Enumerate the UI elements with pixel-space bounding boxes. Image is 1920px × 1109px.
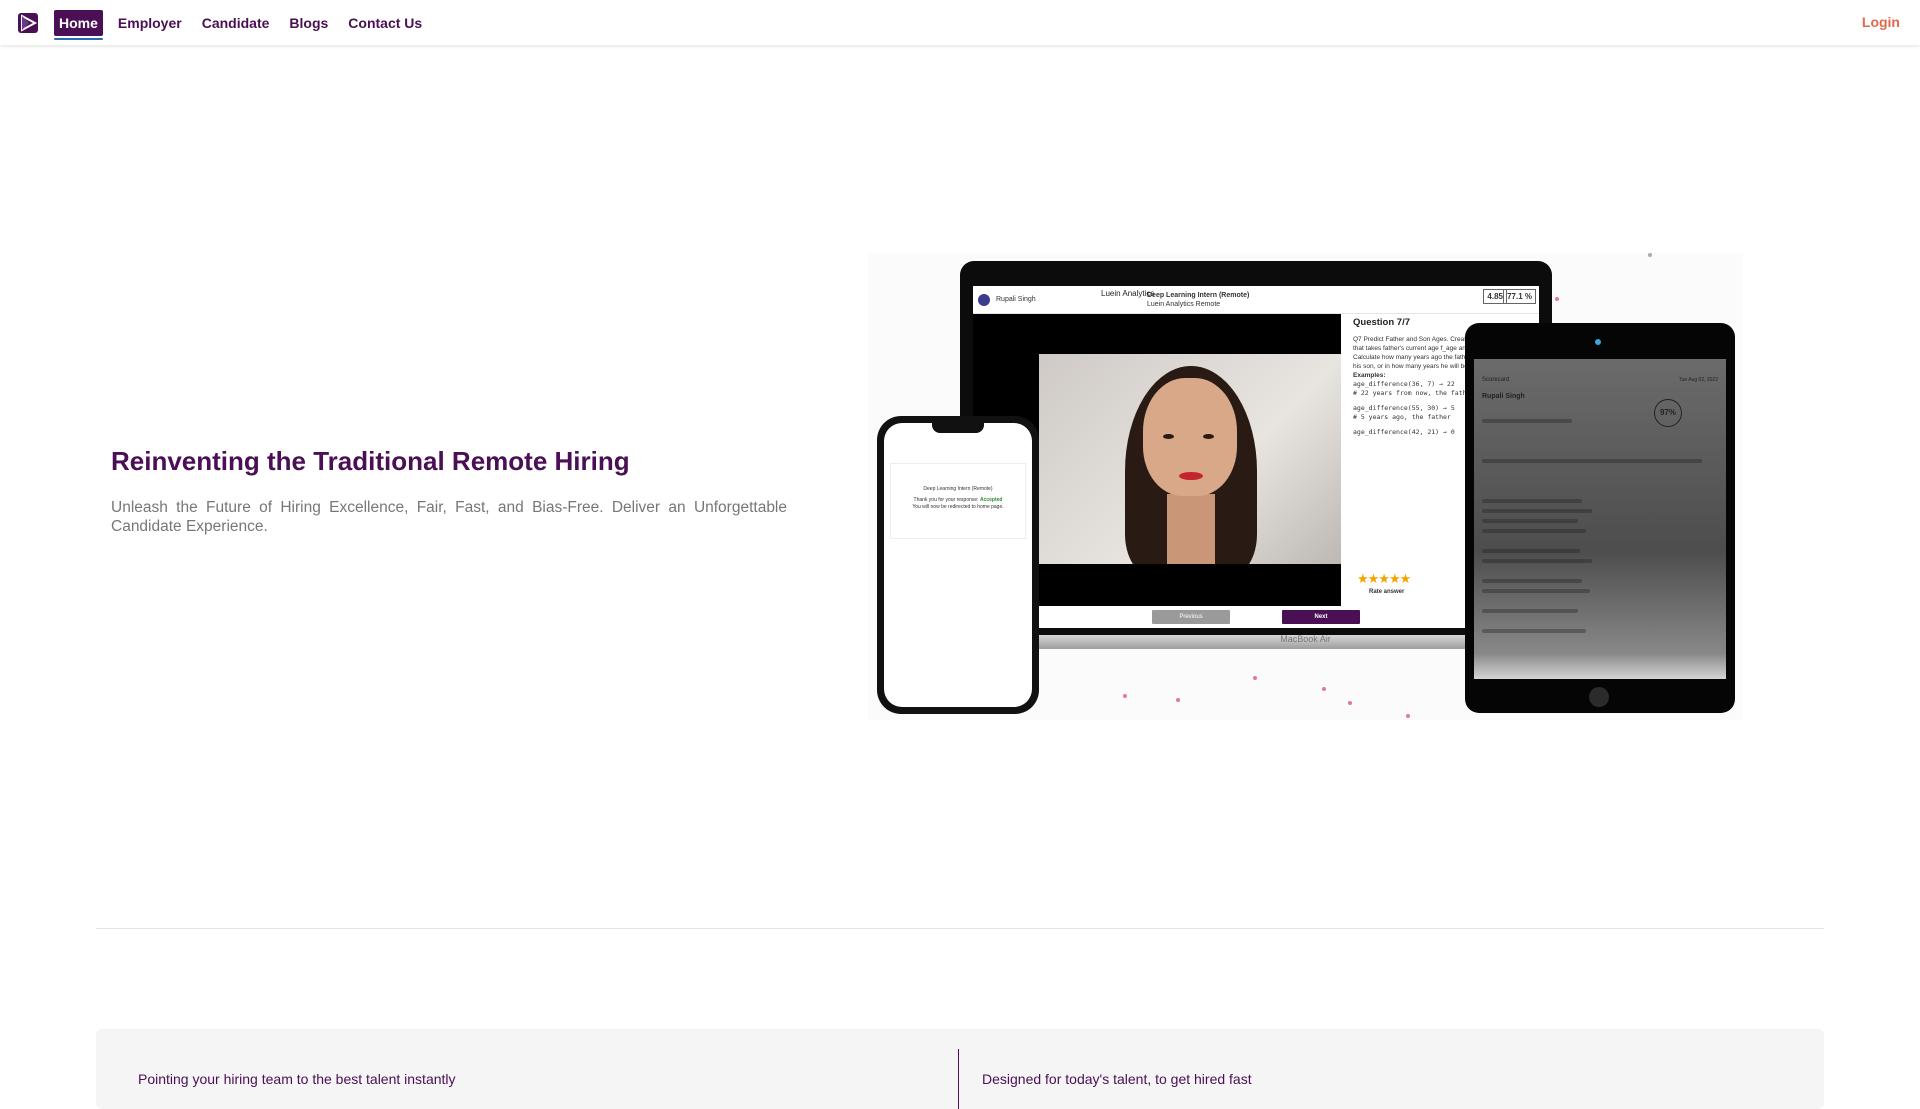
decor-dot [1123, 694, 1127, 698]
nav-link-blogs[interactable]: Blogs [284, 10, 333, 36]
rating-stars: ★★★★★ [1357, 571, 1411, 586]
feedback-score: 77.1 % [1503, 289, 1536, 304]
candidate-tagline: Designed for today's talent, to get hire… [982, 1071, 1252, 1087]
overall-score: 97% [1654, 399, 1682, 427]
nav-link-contact-us[interactable]: Contact Us [343, 10, 427, 36]
phone-screen: Deep Learning Intern (Remote) Thank you … [884, 423, 1032, 707]
accepted-status: Accepted [979, 497, 1003, 503]
hero-subtitle: Unleash the Future of Hiring Excellence,… [111, 499, 787, 535]
nav-link-employer[interactable]: Employer [113, 10, 187, 36]
next-button: Next [1282, 610, 1360, 624]
tablet-screen: Scorecard Tue Aug 02, 2022 Rupali Singh … [1474, 359, 1726, 679]
rate-answer-label: Rate answer [1369, 589, 1405, 595]
company-name: Luein Analytics Remote [1147, 301, 1221, 308]
audience-card: Pointing your hiring team to the best ta… [96, 1029, 1824, 1109]
decor-dot [1348, 701, 1352, 705]
decor-dot [1406, 714, 1410, 718]
candidate-video [1039, 354, 1341, 564]
previous-button: Previous [1152, 610, 1230, 624]
card-separator [958, 1049, 959, 1109]
decor-dot [1555, 297, 1559, 301]
laptop-device: Rupali Singh Luein Analytics Deep Learni… [960, 261, 1552, 635]
scorecard-title: Scorecard [1482, 377, 1510, 383]
device-mockup-image: Rupali Singh Luein Analytics Deep Learni… [868, 253, 1743, 720]
response-card: Deep Learning Intern (Remote) Thank you … [890, 463, 1026, 539]
employer-tagline: Pointing your hiring team to the best ta… [138, 1071, 456, 1087]
camera-icon [1595, 339, 1601, 345]
play-logo-icon[interactable] [18, 12, 38, 33]
decor-dot [1176, 698, 1180, 702]
nav-link-home[interactable]: Home [54, 9, 103, 40]
tablet-device: Scorecard Tue Aug 02, 2022 Rupali Singh … [1465, 323, 1735, 713]
section-divider [96, 928, 1824, 929]
home-button-icon [1589, 687, 1609, 707]
hero-title: Reinventing the Traditional Remote Hirin… [111, 446, 630, 476]
candidate-name: Rupali Singh [996, 296, 1036, 303]
interview-header: Rupali Singh Luein Analytics Deep Learni… [973, 286, 1539, 314]
login-link[interactable]: Login [1862, 14, 1900, 30]
decor-dot [1322, 687, 1326, 691]
scorecard-candidate: Rupali Singh [1482, 393, 1525, 400]
avatar [978, 293, 990, 306]
laptop-screen: Rupali Singh Luein Analytics Deep Learni… [973, 286, 1539, 628]
decor-dot [1648, 253, 1652, 257]
nav-links: Home Employer Candidate Blogs Contact Us [54, 9, 437, 40]
job-info: Deep Learning Intern (Remote) Luein Anal… [1147, 291, 1249, 309]
nav-link-candidate[interactable]: Candidate [197, 10, 275, 36]
decor-dot [1253, 676, 1257, 680]
redirect-message: You will now be redirected to home page. [912, 504, 1004, 510]
top-navbar: Home Employer Candidate Blogs Contact Us… [0, 0, 1920, 45]
scorecard-date: Tue Aug 02, 2022 [1678, 377, 1718, 383]
phone-job: Deep Learning Intern (Remote) [923, 486, 993, 492]
phone-device: Deep Learning Intern (Remote) Thank you … [877, 416, 1039, 714]
job-title: Deep Learning Intern (Remote) [1147, 292, 1250, 299]
question-nav: Previous Next [973, 606, 1539, 628]
phone-message: Thank you for your response: [913, 497, 979, 503]
